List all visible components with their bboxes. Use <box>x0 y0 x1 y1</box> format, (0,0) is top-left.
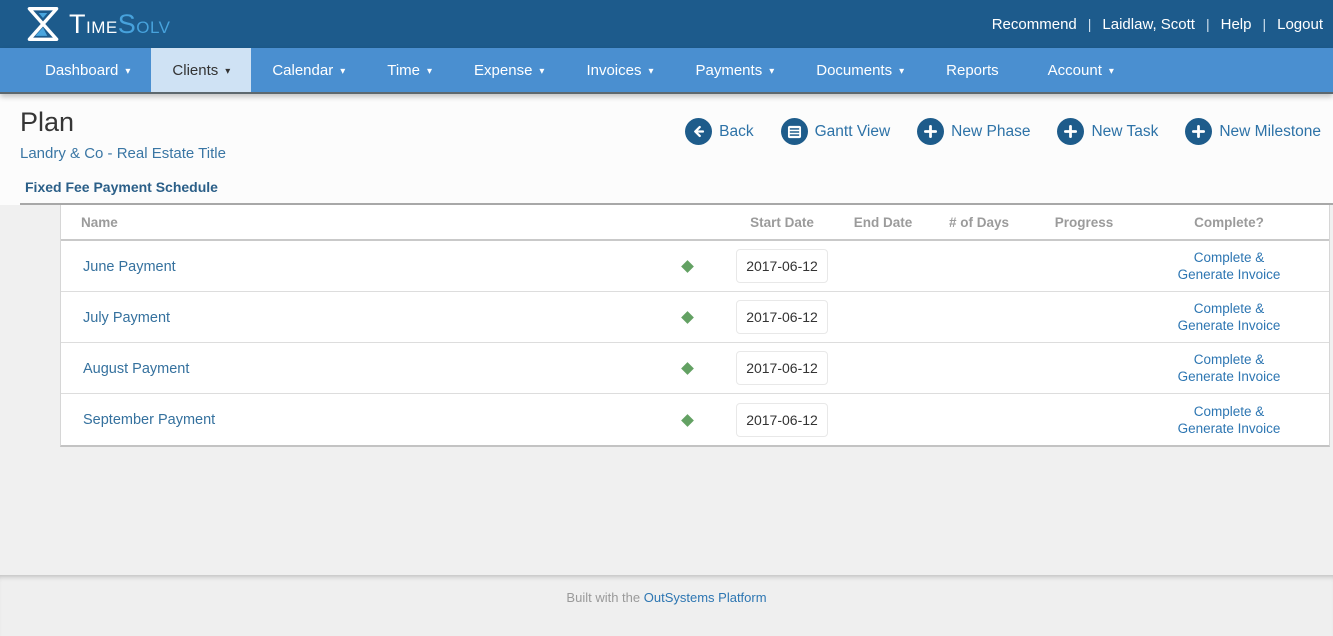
caret-down-icon: ▾ <box>125 66 130 77</box>
new-milestone-button[interactable]: New Milestone <box>1185 118 1321 145</box>
outsystems-platform-link[interactable]: OutSystems Platform <box>644 590 767 605</box>
task-name-link[interactable]: July Payment <box>83 310 170 326</box>
column-header-start-date: Start Date <box>727 215 837 230</box>
topbar-links: Recommend | Laidlaw, Scott | Help | Logo… <box>992 16 1323 33</box>
complete-generate-invoice-link[interactable]: Complete & Generate Invoice <box>1168 300 1290 334</box>
separator: | <box>1088 16 1092 32</box>
start-date-input[interactable] <box>736 300 828 334</box>
milestone-diamond-icon <box>681 311 694 324</box>
nav-item-dashboard[interactable]: Dashboard▾ <box>24 48 151 92</box>
start-date-input[interactable] <box>736 403 828 437</box>
column-header-progress: Progress <box>1029 215 1139 230</box>
task-name-link[interactable]: August Payment <box>83 361 189 377</box>
table-row: August Payment Complete & Generate Invoi… <box>61 343 1329 394</box>
user-name-link[interactable]: Laidlaw, Scott <box>1102 16 1195 33</box>
page-title: Plan <box>20 107 226 138</box>
caret-down-icon: ▾ <box>648 66 653 77</box>
table-row: June Payment Complete & Generate Invoice <box>61 241 1329 292</box>
action-buttons: Back Gantt View New Phase New Task <box>685 107 1323 145</box>
top-bar: TimeSolv Recommend | Laidlaw, Scott | He… <box>0 0 1333 48</box>
nav-item-expense[interactable]: Expense▾ <box>453 48 565 92</box>
plus-icon <box>1057 118 1084 145</box>
main-content: Name Start Date End Date # of Days Progr… <box>0 205 1333 575</box>
page-footer: Built with the OutSystems Platform <box>0 575 1333 636</box>
nav-item-payments[interactable]: Payments▾ <box>675 48 796 92</box>
task-name-link[interactable]: September Payment <box>83 412 215 428</box>
back-icon <box>685 118 712 145</box>
footer-text: Built with the <box>566 590 640 605</box>
back-button[interactable]: Back <box>685 118 753 145</box>
caret-down-icon: ▾ <box>340 66 345 77</box>
complete-generate-invoice-link[interactable]: Complete & Generate Invoice <box>1168 403 1290 437</box>
table-row: July Payment Complete & Generate Invoice <box>61 292 1329 343</box>
page-header: Plan Landry & Co - Real Estate Title Bac… <box>0 94 1333 205</box>
payment-schedule-table: Name Start Date End Date # of Days Progr… <box>60 205 1330 447</box>
caret-down-icon: ▾ <box>769 66 774 77</box>
help-link[interactable]: Help <box>1221 16 1252 33</box>
separator: | <box>1206 16 1210 32</box>
table-header-row: Name Start Date End Date # of Days Progr… <box>61 205 1329 241</box>
nav-item-account[interactable]: Account▾ <box>1027 48 1135 92</box>
milestone-diamond-icon <box>681 260 694 273</box>
recommend-link[interactable]: Recommend <box>992 16 1077 33</box>
column-header-num-days: # of Days <box>929 215 1029 230</box>
plus-icon <box>1185 118 1212 145</box>
logout-link[interactable]: Logout <box>1277 16 1323 33</box>
nav-item-reports[interactable]: Reports <box>925 48 1027 92</box>
column-header-complete: Complete? <box>1139 215 1319 230</box>
task-name-link[interactable]: June Payment <box>83 259 176 275</box>
caret-down-icon: ▾ <box>899 66 904 77</box>
caret-down-icon: ▾ <box>427 66 432 77</box>
main-nav: Dashboard▾ Clients▾ Calendar▾ Time▾ Expe… <box>0 48 1333 94</box>
milestone-diamond-icon <box>681 414 694 427</box>
column-header-name: Name <box>61 215 647 230</box>
milestone-diamond-icon <box>681 362 694 375</box>
gantt-view-button[interactable]: Gantt View <box>781 118 891 145</box>
table-row: September Payment Complete & Generate In… <box>61 394 1329 445</box>
client-matter-subtitle: Landry & Co - Real Estate Title <box>20 145 226 162</box>
title-block: Plan Landry & Co - Real Estate Title <box>20 107 226 162</box>
new-phase-button[interactable]: New Phase <box>917 118 1030 145</box>
complete-generate-invoice-link[interactable]: Complete & Generate Invoice <box>1168 249 1290 283</box>
nav-item-calendar[interactable]: Calendar▾ <box>251 48 366 92</box>
caret-down-icon: ▾ <box>225 66 230 77</box>
separator: | <box>1262 16 1266 32</box>
brand-text-solv: Solv <box>118 9 171 40</box>
nav-item-clients[interactable]: Clients▾ <box>151 48 251 92</box>
new-task-button[interactable]: New Task <box>1057 118 1158 145</box>
nav-item-invoices[interactable]: Invoices▾ <box>565 48 674 92</box>
hourglass-logo-icon <box>26 5 60 43</box>
nav-item-documents[interactable]: Documents▾ <box>795 48 925 92</box>
brand-text: TimeSolv <box>69 9 171 40</box>
caret-down-icon: ▾ <box>539 66 544 77</box>
column-header-end-date: End Date <box>837 215 929 230</box>
timesolv-logo[interactable]: TimeSolv <box>26 5 171 43</box>
section-heading: Fixed Fee Payment Schedule <box>25 179 1333 195</box>
caret-down-icon: ▾ <box>1109 66 1114 77</box>
nav-item-time[interactable]: Time▾ <box>366 48 453 92</box>
start-date-input[interactable] <box>736 249 828 283</box>
start-date-input[interactable] <box>736 351 828 385</box>
brand-text-time: Time <box>69 9 118 40</box>
gantt-list-icon <box>781 118 808 145</box>
plus-icon <box>917 118 944 145</box>
complete-generate-invoice-link[interactable]: Complete & Generate Invoice <box>1168 351 1290 385</box>
